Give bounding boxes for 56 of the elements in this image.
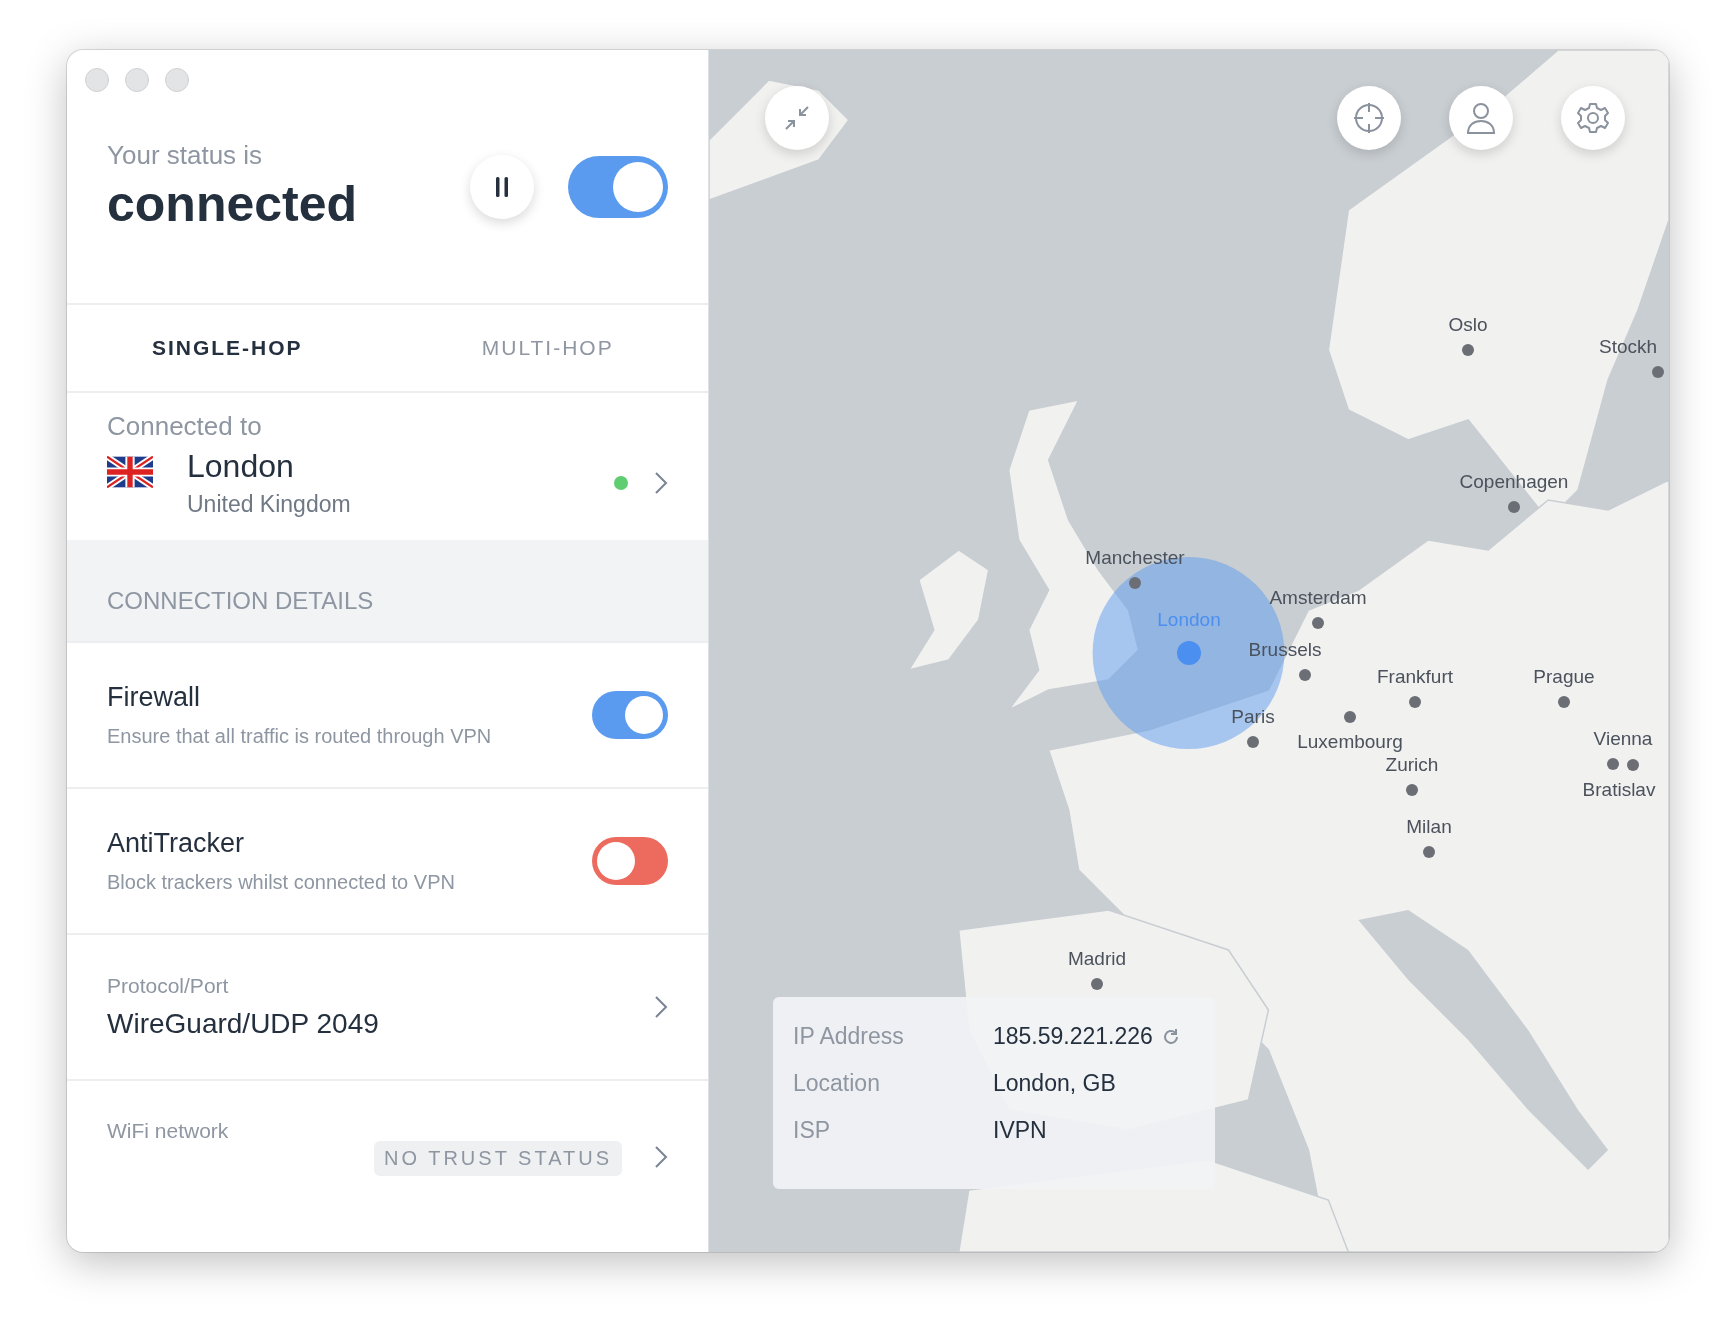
city-label: Stockh [1598,336,1658,358]
setting-toggle[interactable] [592,837,668,885]
chevron-icon [654,471,668,495]
setting-value: WireGuard/UDP 2049 [107,1008,380,1040]
city-label: Zurich [1385,754,1439,776]
info-value: IVPN [993,1117,1047,1144]
city-label: Madrid [1067,948,1127,970]
setting-caption: Protocol/Port [107,974,230,998]
city-label: Paris [1231,706,1275,728]
setting-description: Block trackers whilst connected to VPN [107,871,456,894]
setting-caption: WiFi network [107,1119,230,1143]
city-marker[interactable] [1177,641,1201,665]
crosshair-icon [1352,101,1386,135]
setting-description: Ensure that all traffic is routed through VPN [107,725,493,748]
locate-button[interactable] [1337,86,1401,150]
city-label: Copenhagen [1459,471,1569,493]
trust-status-badge: NO TRUST STATUS [374,1141,622,1176]
server-caption: Connected to [107,411,263,442]
server-selector[interactable]: Connected to London United Kingdom [67,393,708,540]
city-label: Luxembourg [1297,731,1403,753]
pause-icon [495,175,509,198]
setting-title: Firewall [107,682,201,713]
info-value: 185.59.221.226 [993,1023,1153,1050]
city-marker[interactable] [1129,577,1141,589]
info-label: ISP [793,1117,832,1144]
info-label: Location [793,1070,881,1097]
chevron-icon[interactable] [654,1145,668,1169]
city-label: Brussels [1248,639,1322,661]
city-label: Milan [1406,816,1452,838]
info-value: London, GB [993,1070,1116,1097]
city-label: Vienna [1593,728,1653,750]
city-label: Amsterdam [1269,587,1367,609]
hop-tab[interactable]: SINGLE-HOP [67,305,388,391]
pause-button[interactable] [470,154,534,219]
server-country: United Kingdom [187,491,352,518]
city-marker[interactable] [1652,366,1664,378]
status-dot [614,476,628,490]
setting-toggle[interactable] [592,691,668,739]
info-label: IP Address [793,1023,905,1050]
city-marker[interactable] [1508,501,1520,513]
server-city: London [187,448,295,485]
city-label: Frankfurt [1377,666,1453,688]
city-label: Prague [1533,666,1595,688]
status-caption: Your status is [107,140,264,171]
account-button[interactable] [1449,86,1513,150]
status-value: connected [107,175,359,233]
section-heading: CONNECTION DETAILS [107,586,374,615]
person-icon [1466,102,1496,134]
city-label: Bratislav [1582,779,1656,801]
city-label: Oslo [1448,314,1488,336]
chevron-icon[interactable] [654,995,668,1019]
flag-icon [107,456,153,488]
city-label: Manchester [1085,547,1185,569]
settings-icon [1576,101,1610,135]
city-label: London [1157,609,1221,631]
setting-title: AntiTracker [107,828,246,859]
